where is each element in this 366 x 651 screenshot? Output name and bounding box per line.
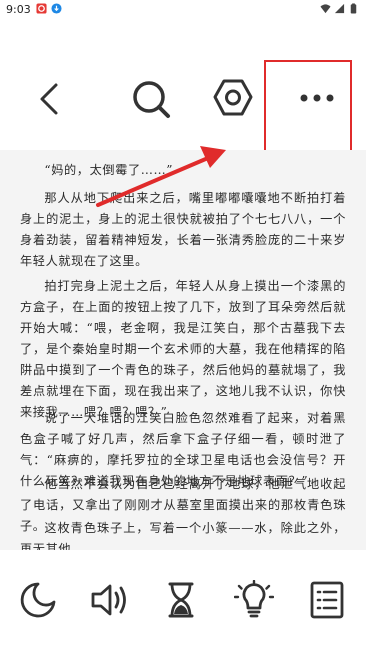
paragraph: “妈的，太倒霉了……” <box>44 163 174 177</box>
search-icon <box>133 81 170 118</box>
night-mode-icon <box>20 582 56 618</box>
top-toolbar <box>0 20 366 162</box>
paragraph: 这枚青色珠子上，写着一个小篆——水，除此之外，再无其他。 <box>20 521 346 550</box>
signal-icon <box>334 3 345 14</box>
highlight-box <box>264 60 352 162</box>
read-aloud-icon <box>91 584 126 616</box>
brightness-button[interactable] <box>233 579 275 620</box>
hourglass-icon <box>168 582 194 618</box>
paragraph: 拍打完身上泥土之后，年轻人从身上摸出一个漆黑的方盒子，在上面的按钮上按了几下，放… <box>20 279 346 419</box>
read-aloud-button[interactable] <box>90 580 130 620</box>
timer-button[interactable] <box>161 580 201 620</box>
status-bar: 9:03 <box>0 0 366 20</box>
lightbulb-icon <box>233 579 275 618</box>
search-button[interactable] <box>128 77 174 123</box>
battery-icon <box>350 3 357 14</box>
download-icon <box>51 3 62 14</box>
back-button[interactable] <box>30 77 70 121</box>
back-icon <box>40 83 58 115</box>
notification-icon <box>36 3 47 14</box>
status-time: 9:03 <box>6 3 31 16</box>
reading-area[interactable]: “妈的，太倒霉了……” 那人从地下爬出来之后，嘴里嘟嘟囔囔地不断拍打着身上的泥土… <box>0 150 366 550</box>
settings-icon <box>213 79 253 116</box>
wifi-icon <box>320 4 331 14</box>
bottom-toolbar <box>0 550 366 651</box>
paragraph: 那人从地下爬出来之后，嘴里嘟嘟囔囔地不断拍打着身上的泥土，身上的泥土很快就被拍了… <box>20 191 346 268</box>
toc-icon <box>310 581 344 619</box>
night-mode-button[interactable] <box>18 580 58 620</box>
toc-button[interactable] <box>307 580 347 620</box>
settings-button[interactable] <box>210 76 256 122</box>
